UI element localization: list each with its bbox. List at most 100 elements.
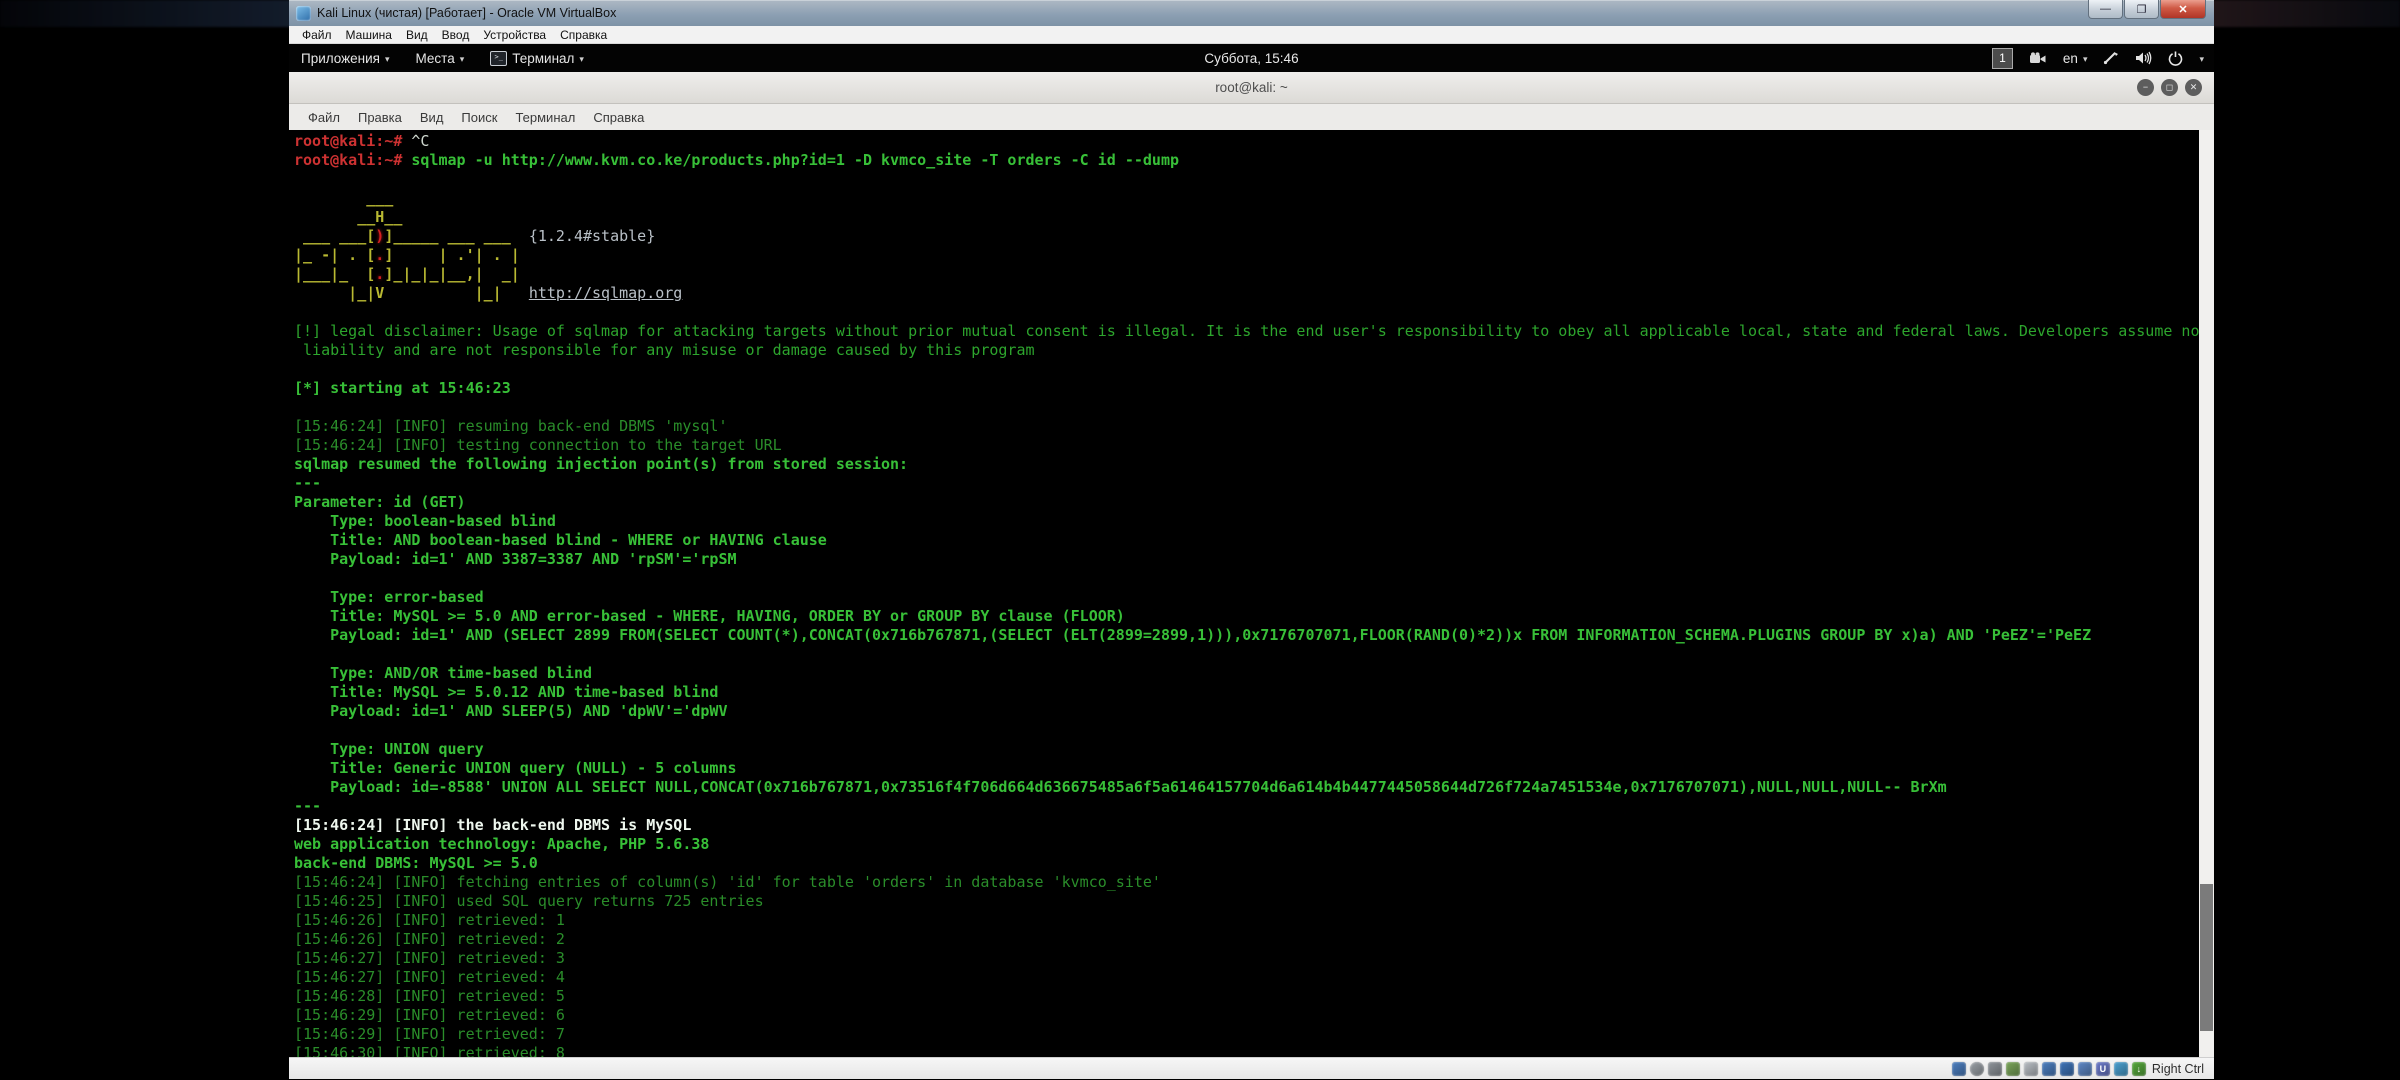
terminal-app-label: Терминал	[512, 51, 574, 66]
applications-label: Приложения	[301, 51, 380, 66]
volume-icon[interactable]	[2135, 51, 2152, 65]
vbox-menu-view[interactable]: Вид	[399, 28, 435, 42]
terminal-line: [15:46:26] [INFO] retrieved: 1	[294, 911, 2196, 930]
chevron-down-icon: ▾	[385, 54, 390, 65]
terminal-line	[294, 721, 2196, 740]
terminal-line: Payload: id=1' AND (SELECT 2899 FROM(SEL…	[294, 626, 2196, 645]
keyboard-layout-label: en	[2063, 51, 2078, 66]
terminal-menu-terminal[interactable]: Терминал	[507, 110, 583, 125]
usb-device-icon[interactable]: U	[2096, 1062, 2110, 1076]
vbox-menu-input[interactable]: Ввод	[435, 28, 477, 42]
places-menu[interactable]: Места ▾	[416, 51, 465, 66]
screen-recorder-icon[interactable]	[2029, 52, 2047, 65]
terminal-line: [15:46:27] [INFO] retrieved: 3	[294, 949, 2196, 968]
terminal-icon: >_	[490, 51, 507, 66]
tablet-pen-icon[interactable]	[2103, 51, 2119, 65]
terminal-menubar: Файл Правка Вид Поиск Терминал Справка	[289, 104, 2214, 131]
terminal-window-controls: − ◻ ✕	[2137, 79, 2202, 96]
terminal-menu-view[interactable]: Вид	[412, 110, 452, 125]
terminal-line: [15:46:24] [INFO] fetching entries of co…	[294, 873, 2196, 892]
chevron-down-icon[interactable]: ▾	[2199, 54, 2204, 65]
terminal-line	[294, 170, 2196, 189]
terminal-line: Type: AND/OR time-based blind	[294, 664, 2196, 683]
terminal-line: [*] starting at 15:46:23	[294, 379, 2196, 398]
vbox-titlebar[interactable]: Kali Linux (чистая) [Работает] - Oracle …	[289, 0, 2214, 26]
video-capture-icon[interactable]	[2078, 1062, 2092, 1076]
terminal-output[interactable]: root@kali:~# ^Croot@kali:~# sqlmap -u ht…	[289, 130, 2214, 1057]
terminal-line: [15:46:27] [INFO] retrieved: 4	[294, 968, 2196, 987]
terminal-line	[294, 569, 2196, 588]
terminal-titlebar[interactable]: root@kali: ~ − ◻ ✕	[289, 72, 2214, 104]
terminal-line: [15:46:24] [INFO] testing connection to …	[294, 436, 2196, 455]
download-icon[interactable]: ↓	[2132, 1062, 2146, 1076]
terminal-line: [15:46:29] [INFO] retrieved: 6	[294, 1006, 2196, 1025]
vbox-menu-devices[interactable]: Устройства	[476, 28, 553, 42]
terminal-line: [15:46:24] [INFO] resuming back-end DBMS…	[294, 417, 2196, 436]
terminal-close-button[interactable]: ✕	[2185, 79, 2202, 96]
vbox-window-title: Kali Linux (чистая) [Работает] - Oracle …	[317, 6, 616, 20]
chevron-down-icon: ▾	[579, 54, 584, 65]
kali-top-panel: Приложения ▾ Места ▾ >_ Терминал ▾ Суббо…	[289, 44, 2214, 72]
terminal-menu-help[interactable]: Справка	[585, 110, 652, 125]
places-label: Места	[416, 51, 455, 66]
terminal-title: root@kali: ~	[1215, 80, 1288, 95]
mouse-integration-icon[interactable]	[2114, 1062, 2128, 1076]
terminal-line: Payload: id=1' AND SLEEP(5) AND 'dpWV'='…	[294, 702, 2196, 721]
terminal-menu-file[interactable]: Файл	[300, 110, 348, 125]
terminal-line: __H__	[294, 208, 2196, 227]
terminal-menu-edit[interactable]: Правка	[350, 110, 410, 125]
terminal-app-menu[interactable]: >_ Терминал ▾	[490, 51, 584, 66]
network-icon[interactable]	[2006, 1062, 2020, 1076]
display-icon[interactable]	[2060, 1062, 2074, 1076]
audio-icon[interactable]	[1988, 1062, 2002, 1076]
keyboard-layout-menu[interactable]: en ▾	[2063, 51, 2088, 66]
terminal-minimize-button[interactable]: −	[2137, 79, 2154, 96]
applications-menu[interactable]: Приложения ▾	[301, 51, 390, 66]
close-button[interactable]: ✕	[2160, 0, 2206, 19]
terminal-window: root@kali: ~ − ◻ ✕ Файл Правка Вид Поиск…	[289, 72, 2214, 1057]
terminal-line: Title: Generic UNION query (NULL) - 5 co…	[294, 759, 2196, 778]
usb-pen-icon[interactable]	[2024, 1062, 2038, 1076]
vbox-menu-help[interactable]: Справка	[553, 28, 614, 42]
terminal-line: web application technology: Apache, PHP …	[294, 835, 2196, 854]
workspace-indicator[interactable]: 1	[1992, 48, 2013, 69]
terminal-line: [15:46:26] [INFO] retrieved: 2	[294, 930, 2196, 949]
terminal-line: Parameter: id (GET)	[294, 493, 2196, 512]
terminal-line: Payload: id=-8588' UNION ALL SELECT NULL…	[294, 778, 2196, 797]
terminal-line: |_|V |_| http://sqlmap.org	[294, 284, 2196, 303]
shared-folder-icon[interactable]	[2042, 1062, 2056, 1076]
terminal-line	[294, 303, 2196, 322]
terminal-line: |_ -| . [.] | .'| . |	[294, 246, 2196, 265]
terminal-line: Payload: id=1' AND 3387=3387 AND 'rpSM'=…	[294, 550, 2196, 569]
screen: Kali Linux (чистая) [Работает] - Oracle …	[0, 0, 2400, 1080]
terminal-line: ---	[294, 797, 2196, 816]
vbox-menubar: Файл Машина Вид Ввод Устройства Справка	[289, 26, 2214, 44]
hdd-icon[interactable]	[1952, 1062, 1966, 1076]
vbox-status-icons: U↓	[1952, 1062, 2146, 1076]
terminal-line: back-end DBMS: MySQL >= 5.0	[294, 854, 2196, 873]
terminal-line: [15:46:24] [INFO] the back-end DBMS is M…	[294, 816, 2196, 835]
terminal-line: [15:46:30] [INFO] retrieved: 8	[294, 1044, 2196, 1057]
vm-window-icon	[296, 6, 311, 21]
vbox-menu-file[interactable]: Файл	[295, 28, 339, 42]
power-icon[interactable]	[2168, 51, 2183, 66]
terminal-maximize-button[interactable]: ◻	[2161, 79, 2178, 96]
terminal-line: ___ ___[)]_____ ___ ___ {1.2.4#stable}	[294, 227, 2196, 246]
terminal-line	[294, 645, 2196, 664]
terminal-line: Title: MySQL >= 5.0 AND error-based - WH…	[294, 607, 2196, 626]
terminal-line: liability and are not responsible for an…	[294, 341, 2196, 360]
terminal-line: [15:46:29] [INFO] retrieved: 7	[294, 1025, 2196, 1044]
restore-button[interactable]: ❐	[2124, 0, 2159, 19]
scrollbar-thumb[interactable]	[2200, 884, 2213, 1031]
terminal-line: [15:46:25] [INFO] used SQL query returns…	[294, 892, 2196, 911]
optical-disc-icon[interactable]	[1970, 1062, 1984, 1076]
terminal-line: root@kali:~# ^C	[294, 132, 2196, 151]
panel-clock[interactable]: Суббота, 15:46	[1204, 51, 1298, 66]
vm-screen: Приложения ▾ Места ▾ >_ Терминал ▾ Суббо…	[289, 44, 2214, 1057]
terminal-line: Type: UNION query	[294, 740, 2196, 759]
terminal-menu-search[interactable]: Поиск	[453, 110, 505, 125]
terminal-scrollbar[interactable]	[2199, 130, 2214, 1057]
vbox-menu-machine[interactable]: Машина	[339, 28, 399, 42]
terminal-line: Type: boolean-based blind	[294, 512, 2196, 531]
minimize-button[interactable]: —	[2088, 0, 2123, 19]
